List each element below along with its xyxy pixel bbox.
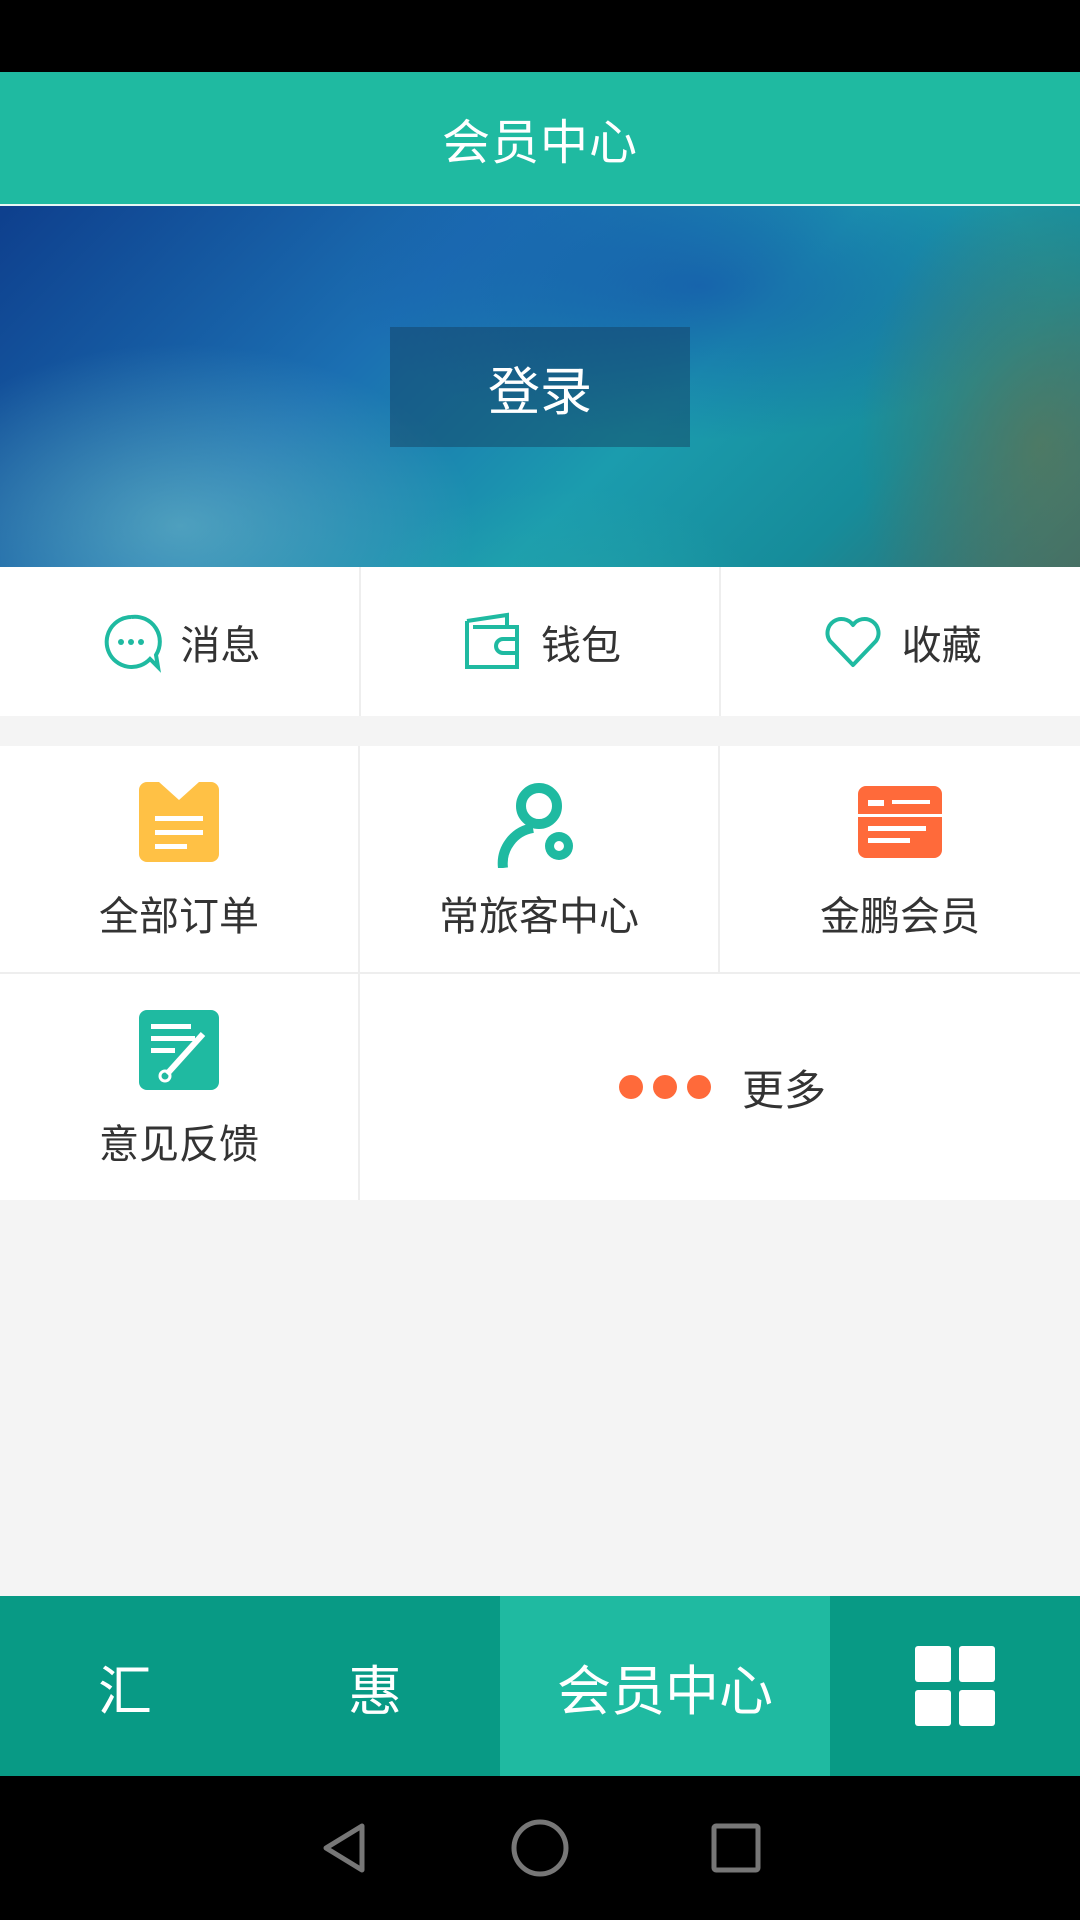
tab-hui-benefit[interactable]: 惠 (250, 1596, 500, 1776)
message-label: 消息 (180, 622, 261, 669)
menu-grid: 全部订单 常旅客中心 金鹏会员 意见反馈 更多 (0, 746, 1080, 1200)
frequent-flyer-icon (497, 783, 573, 868)
phoenix-member-button[interactable]: 金鹏会员 (720, 746, 1080, 972)
all-orders-button[interactable]: 全部订单 (0, 746, 360, 972)
home-button[interactable] (480, 1788, 600, 1908)
wallet-button[interactable]: 钱包 (361, 567, 722, 716)
favorites-button[interactable]: 收藏 (721, 567, 1080, 716)
apps-grid-icon (915, 1646, 995, 1726)
more-label: 更多 (741, 1065, 826, 1115)
tab-hui-collect[interactable]: 汇 (0, 1596, 250, 1776)
tab-member-center[interactable]: 会员中心 (500, 1596, 830, 1776)
header-bar: 会员中心 (0, 72, 1080, 206)
heart-icon (825, 616, 881, 667)
all-orders-label: 全部订单 (99, 894, 259, 940)
banner: 登录 (0, 206, 1080, 567)
wallet-label: 钱包 (541, 622, 621, 669)
back-button[interactable] (284, 1788, 404, 1908)
recents-icon (711, 1823, 761, 1873)
system-nav-bar (0, 1776, 1080, 1920)
login-button[interactable]: 登录 (390, 327, 690, 447)
message-icon (105, 614, 163, 673)
phoenix-member-label: 金鹏会员 (820, 894, 980, 940)
back-icon (323, 1823, 365, 1873)
bottom-tab-bar: 汇 惠 会员中心 (0, 1596, 1080, 1776)
frequent-flyer-button[interactable]: 常旅客中心 (360, 746, 720, 972)
feedback-icon (139, 1010, 219, 1090)
more-button[interactable]: 更多 (360, 974, 1080, 1200)
feedback-button[interactable]: 意见反馈 (0, 974, 360, 1200)
tab-apps[interactable] (830, 1596, 1080, 1776)
more-dots-icon (614, 1075, 716, 1099)
frequent-flyer-label: 常旅客中心 (439, 894, 639, 940)
member-card-icon (858, 786, 942, 858)
page-title: 会员中心 (441, 115, 638, 171)
status-bar (0, 0, 1080, 72)
recents-button[interactable] (676, 1788, 796, 1908)
orders-icon (139, 782, 219, 862)
wallet-icon (465, 612, 519, 669)
quick-actions: 消息 钱包 收藏 (0, 567, 1080, 716)
home-icon (511, 1819, 569, 1877)
favorites-label: 收藏 (901, 622, 982, 669)
feedback-label: 意见反馈 (99, 1122, 259, 1168)
message-button[interactable]: 消息 (0, 567, 361, 716)
